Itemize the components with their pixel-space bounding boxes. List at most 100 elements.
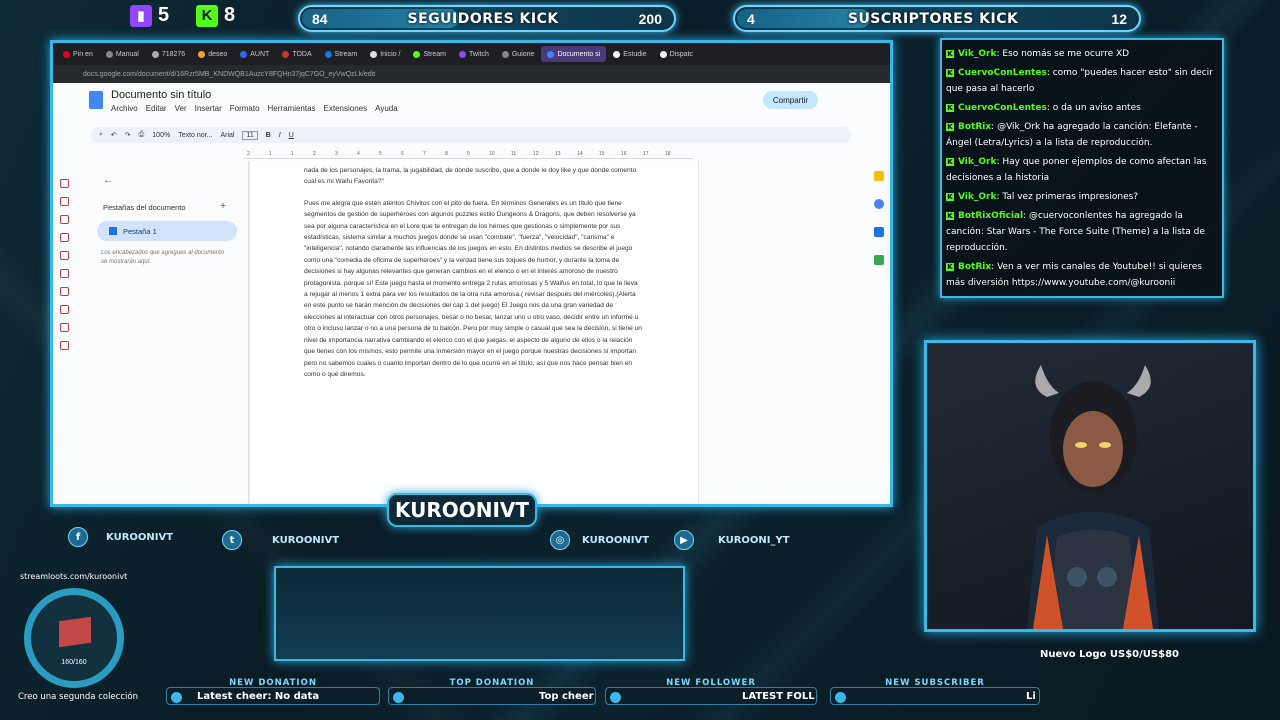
browser-tab[interactable]: 718276 [146,46,191,62]
ruler-tick: 11 [511,151,517,157]
subs-goal-bar: 4 SUSCRIPTORES KICK 12 [733,5,1141,32]
ruler-tick: 2 [313,151,316,157]
tab-favicon-icon [613,50,621,58]
browser-tab[interactable]: Guione [496,46,541,62]
paragraph[interactable]: Pues me alegra que estén atentos Chivito… [304,198,642,381]
share-button[interactable]: Compartir [762,91,818,109]
ext-icon[interactable] [59,341,69,350]
document-tabs-panel: ← Pestañas del documento + Pestaña 1 Los… [89,161,249,504]
ext-icon[interactable] [59,323,69,332]
menu-ayuda[interactable]: Ayuda [375,104,398,113]
tab-pestana-1[interactable]: Pestaña 1 [97,221,237,241]
browser-tab[interactable]: deseo [192,46,233,62]
chat-username: Vik_Ork [958,192,997,202]
ruler-tick: 12 [533,151,539,157]
streamloots-goal: 160/160 [24,588,124,688]
zoom-select[interactable]: 100% [152,132,170,139]
ext-icon[interactable] [59,215,69,224]
ticker-top-donation: TOP DONATION Top cheer [388,678,596,708]
ext-icon[interactable] [59,287,69,296]
chat-message: K CuervoConLentes: o da un aviso antes [946,100,1218,116]
style-select[interactable]: Texto nor... [178,132,212,139]
keep-icon[interactable] [874,171,884,181]
ext-icon[interactable] [59,251,69,260]
ruler-tick: 15 [599,151,605,157]
search-icon[interactable]: ⌕ [99,131,103,139]
ruler-tick: 1 [269,151,272,157]
tab-favicon-icon [324,50,332,58]
address-bar[interactable]: docs.google.com/document/d/16Rzr5MB_KNDW… [53,65,890,83]
docs-icon[interactable] [89,91,103,109]
menu-editar[interactable]: Editar [146,104,167,113]
kick-icon: K [946,192,954,201]
redo-icon[interactable]: ↷ [125,131,131,139]
print-icon[interactable]: ⎙ [139,131,145,139]
browser-tab[interactable]: Estudie [607,46,652,62]
browser-tab[interactable]: Inicio / [364,46,406,62]
browser-tab[interactable]: Documento si [541,46,607,62]
ext-icon[interactable] [59,233,69,242]
chat-username: Vik_Ork [958,157,997,167]
menu-formato[interactable]: Formato [230,104,260,113]
doc-menubar: Archivo Editar Ver Insertar Formato Herramien… [111,104,398,113]
menu-archivo[interactable]: Archivo [111,104,138,113]
menu-ver[interactable]: Ver [175,104,187,113]
chat-message: K Vik_Ork: Entonces hablar del primer cap [946,40,1218,43]
ruler-tick: 7 [423,151,426,157]
browser-tab[interactable]: Pin en [57,46,99,62]
ext-icon[interactable] [59,179,69,188]
font-select[interactable]: Arial [220,132,234,139]
font-size-input[interactable]: 11 [242,130,258,140]
tab-favicon-icon [370,50,378,58]
vtuber-avatar [1027,365,1159,629]
stream-overlay: ▮ 5 K 8 84 SEGUIDORES KICK 200 4 SUSCRIP… [0,0,1280,720]
chat-message: K Vik_Ork: Hay que poner ejemplos de como… [946,154,1218,186]
facebook-icon: f [68,527,88,547]
ext-icon[interactable] [59,305,69,314]
chat-message: K BotRix: @Vik_Ork ha agregado la canción… [946,119,1218,151]
browser-tab[interactable]: Stream [407,46,452,62]
browser-tab[interactable]: Manual [100,46,145,62]
kick-icon: K [946,157,954,166]
twitch-viewers: ▮ 5 [130,4,169,27]
underline-button[interactable]: U [289,132,294,139]
left-extension-rail [57,179,71,350]
italic-button[interactable]: I [279,132,281,139]
browser-tab[interactable]: Dispatc [654,46,699,62]
menu-extensiones[interactable]: Extensiones [324,104,368,113]
goal-count: 160/160 [61,659,87,666]
ruler-tick: 10 [489,151,495,157]
tab-title: Manual [115,50,139,58]
doc-body[interactable]: nada de los personajes, la trama, la jug… [304,165,642,390]
maps-icon[interactable] [874,255,884,265]
doc-page[interactable]: nada de los personajes, la trama, la jug… [249,161,699,504]
bold-button[interactable]: B [266,132,271,139]
doc-title[interactable]: Documento sin título [111,89,211,101]
tasks-icon[interactable] [874,199,884,209]
ruler-tick: 9 [467,151,470,157]
add-tab-icon[interactable]: + [220,201,226,212]
chat-message: K BotRix: Ven a ver mis canales de Youtub… [946,259,1218,291]
twitch-icon: ▮ [130,4,152,27]
browser-tab[interactable]: AUNT [234,46,275,62]
chat-text: : Eso nomás se me ocurre XD [996,49,1130,59]
tab-doc-icon [109,227,117,235]
url-text[interactable]: docs.google.com/document/d/16Rzr5MB_KNDW… [83,71,375,78]
kick-icon: K [946,122,954,131]
browser-tab[interactable]: Twitch [453,46,495,62]
back-arrow-icon[interactable]: ← [103,175,113,186]
kick-icon: K [946,103,954,112]
browser-tab[interactable]: Stream [319,46,364,62]
paragraph[interactable]: nada de los personajes, la trama, la jug… [304,165,642,188]
goal-caption: Creo una segunda colección [18,692,138,702]
kick-icon: K [946,262,954,271]
browser-tab[interactable]: TODA [276,46,317,62]
browser-tab-strip[interactable]: Pin en Manual 718276 deseo AUNT TODA Stream Ini… [53,43,890,65]
ext-icon[interactable] [59,269,69,278]
undo-icon[interactable]: ↶ [111,131,117,139]
contacts-icon[interactable] [874,227,884,237]
menu-insertar[interactable]: Insertar [195,104,222,113]
menu-herramientas[interactable]: Herramientas [268,104,316,113]
tab-title: deseo [208,50,228,58]
ext-icon[interactable] [59,197,69,206]
